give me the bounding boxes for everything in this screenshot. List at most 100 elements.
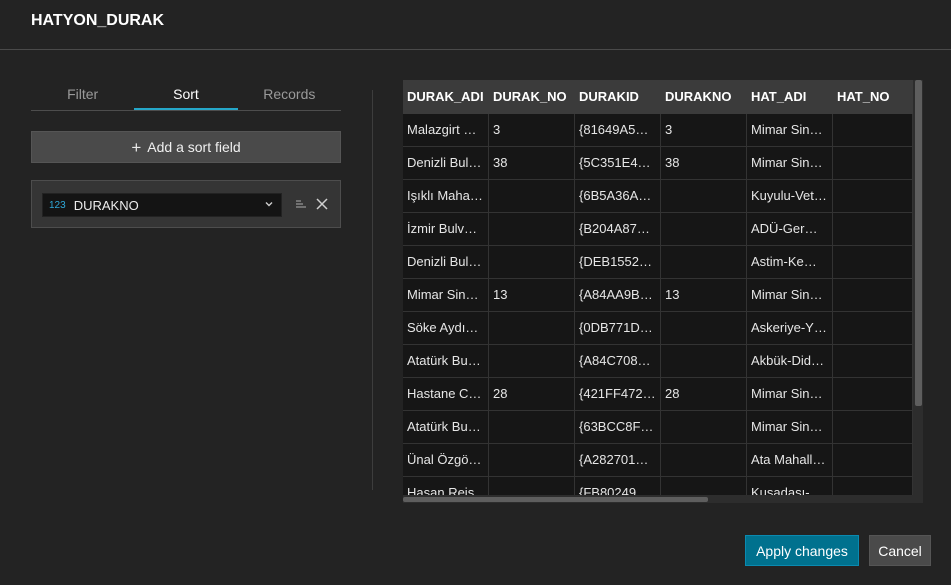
table-cell: {A84AA9B… (575, 279, 661, 312)
table-cell (833, 345, 913, 378)
table-cell: 13 (489, 279, 575, 312)
table-cell: Astim-Ke… (747, 246, 833, 279)
table-cell: Hastane C… (403, 378, 489, 411)
table-cell: {63BCC8F… (575, 411, 661, 444)
table-cell (489, 444, 575, 477)
sort-field-name: DURAKNO (73, 197, 139, 213)
table-cell: {81649A5… (575, 114, 661, 147)
sort-ascending-icon[interactable] (294, 196, 308, 212)
table-cell: {B204A87… (575, 213, 661, 246)
table-cell (833, 246, 913, 279)
table-cell: 38 (661, 147, 747, 180)
table-cell: {0DB771D… (575, 312, 661, 345)
table-cell: Atatürk Bu… (403, 345, 489, 378)
table-cell: 3 (489, 114, 575, 147)
column-header-durak-adi[interactable]: DURAK_ADI (403, 80, 489, 114)
close-icon[interactable] (313, 195, 331, 213)
table-cell: Denizli Bul… (403, 147, 489, 180)
table-cell (661, 411, 747, 444)
table-cell: 13 (661, 279, 747, 312)
table-cell (833, 213, 913, 246)
table-cell: Mimar Sin… (403, 279, 489, 312)
table-cell (661, 345, 747, 378)
table-cell: Mimar Sin… (747, 147, 833, 180)
column-header-durak-no[interactable]: DURAK_NO (489, 80, 575, 114)
table-cell (661, 444, 747, 477)
table-cell: 3 (661, 114, 747, 147)
sort-field-card: 123 DURAKNO (31, 180, 341, 228)
table-cell (833, 444, 913, 477)
table-cell: 38 (489, 147, 575, 180)
tab-sort[interactable]: Sort (134, 80, 238, 110)
number-type-icon: 123 (49, 199, 66, 211)
chevron-down-icon (265, 202, 273, 207)
table-cell (489, 180, 575, 213)
table-row[interactable]: Işıklı Maha… {6B5A36A… Kuyulu-Vet… (403, 180, 913, 213)
table-cell: Mimar Sin… (747, 114, 833, 147)
table-cell (833, 411, 913, 444)
table-cell: Atatürk Bu… (403, 411, 489, 444)
vertical-scrollbar-thumb[interactable] (915, 80, 922, 406)
table-cell (489, 345, 575, 378)
table-cell (489, 312, 575, 345)
tab-filter[interactable]: Filter (31, 80, 134, 110)
sort-field-select[interactable]: 123 DURAKNO (42, 193, 282, 217)
tab-bar: Filter Sort Records (31, 80, 341, 111)
table-cell: Akbük-Did… (747, 345, 833, 378)
dialog-title: HATYON_DURAK (31, 12, 165, 29)
table-cell: Malazgirt … (403, 114, 489, 147)
table-cell: {421FF472… (575, 378, 661, 411)
cancel-button[interactable]: Cancel (869, 535, 931, 566)
table-row[interactable]: Mimar Sin… 13 {A84AA9B… 13 Mimar Sin… (403, 279, 913, 312)
table-cell: Mimar Sin… (747, 378, 833, 411)
table-cell: Kuyulu-Vet… (747, 180, 833, 213)
records-table: DURAK_ADI DURAK_NO DURAKID DURAKNO HAT_A… (403, 80, 923, 503)
table-cell: {A84C708… (575, 345, 661, 378)
table-cell: Ünal Özgö… (403, 444, 489, 477)
table-header: DURAK_ADI DURAK_NO DURAKID DURAKNO HAT_A… (403, 80, 913, 114)
table-cell (661, 213, 747, 246)
table-cell: {6B5A36A… (575, 180, 661, 213)
table-row[interactable]: Malazgirt … 3 {81649A5… 3 Mimar Sin… (403, 114, 913, 147)
dialog-header: HATYON_DURAK (0, 0, 951, 50)
table-cell: Söke Aydı… (403, 312, 489, 345)
table-cell: {A282701… (575, 444, 661, 477)
table-cell (833, 114, 913, 147)
table-row[interactable]: Hastane C… 28 {421FF472… 28 Mimar Sin… (403, 378, 913, 411)
table-row[interactable]: Denizli Bul… {DEB1552… Astim-Ke… (403, 246, 913, 279)
horizontal-scrollbar-thumb[interactable] (403, 497, 708, 502)
table-cell (833, 147, 913, 180)
table-row[interactable]: İzmir Bulv… {B204A87… ADÜ-Ger… (403, 213, 913, 246)
apply-changes-button[interactable]: Apply changes (745, 535, 859, 566)
table-body: Malazgirt … 3 {81649A5… 3 Mimar Sin… Denizli … (403, 114, 913, 503)
add-sort-field-label: Add a sort field (147, 139, 241, 155)
column-header-durakid[interactable]: DURAKID (575, 80, 661, 114)
tab-records[interactable]: Records (238, 80, 341, 110)
plus-icon: + (131, 137, 142, 157)
table-cell: Ata Mahall… (747, 444, 833, 477)
table-cell: Denizli Bul… (403, 246, 489, 279)
table-row[interactable]: Ünal Özgö… {A282701… Ata Mahall… (403, 444, 913, 477)
column-header-durakno[interactable]: DURAKNO (661, 80, 747, 114)
table-cell (489, 411, 575, 444)
table-cell (489, 213, 575, 246)
column-header-hat-no[interactable]: HAT_NO (833, 80, 913, 114)
table-cell (833, 279, 913, 312)
table-cell: {5C351E4… (575, 147, 661, 180)
table-cell: Işıklı Maha… (403, 180, 489, 213)
table-cell (661, 180, 747, 213)
table-cell: 28 (661, 378, 747, 411)
table-row[interactable]: Denizli Bul… 38 {5C351E4… 38 Mimar Sin… (403, 147, 913, 180)
table-cell: Mimar Sin… (747, 411, 833, 444)
table-cell: Askeriye-Y… (747, 312, 833, 345)
table-cell: Mimar Sin… (747, 279, 833, 312)
table-cell: İzmir Bulv… (403, 213, 489, 246)
add-sort-field-button[interactable]: + Add a sort field (31, 131, 341, 163)
column-header-hat-adi[interactable]: HAT_ADI (747, 80, 833, 114)
table-cell (833, 312, 913, 345)
table-row[interactable]: Atatürk Bu… {63BCC8F… Mimar Sin… (403, 411, 913, 444)
table-cell: 28 (489, 378, 575, 411)
table-cell: {DEB1552… (575, 246, 661, 279)
table-row[interactable]: Söke Aydı… {0DB771D… Askeriye-Y… (403, 312, 913, 345)
table-row[interactable]: Atatürk Bu… {A84C708… Akbük-Did… (403, 345, 913, 378)
